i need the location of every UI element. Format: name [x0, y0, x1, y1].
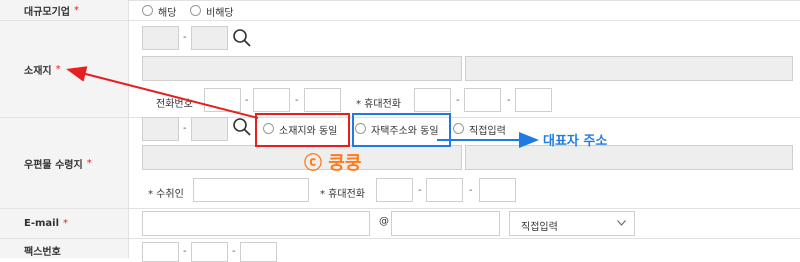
annotation-overlay	[66, 66, 539, 148]
red-arrow	[66, 66, 259, 119]
representative-address-annotation: 대표자 주소	[543, 134, 608, 149]
watermark: ⓒ 쿵쿵	[304, 153, 362, 174]
red-highlight-box	[255, 113, 350, 147]
blue-highlight-box	[352, 113, 451, 147]
